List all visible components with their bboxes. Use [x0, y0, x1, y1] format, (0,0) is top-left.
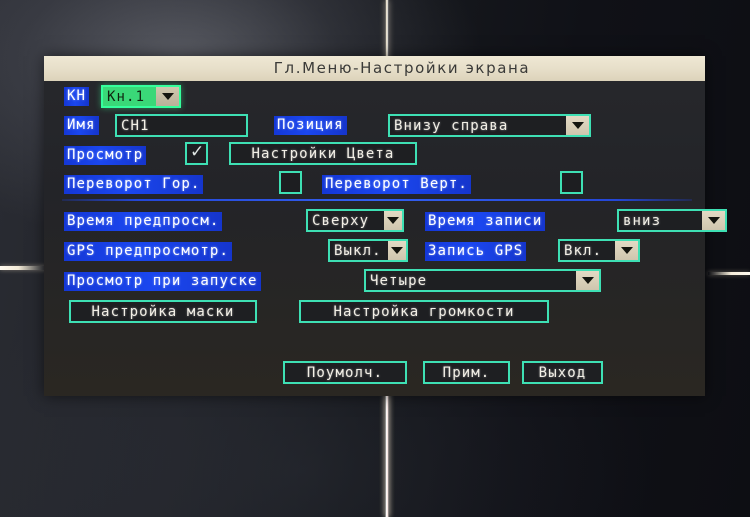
chevron-down-icon[interactable] [576, 271, 599, 290]
channel-label: КН [64, 87, 90, 106]
mask-settings-button[interactable]: Настройка маски [69, 300, 257, 323]
monitor-reflection-right [708, 272, 750, 275]
exit-button[interactable]: Выход [522, 361, 603, 384]
name-input[interactable]: CH1 [115, 114, 248, 137]
monitor-reflection-left [0, 266, 46, 270]
position-select[interactable]: Внизу справа [388, 114, 591, 137]
mask-settings-label: Настройка маски [91, 304, 235, 320]
chevron-down-icon[interactable] [384, 211, 402, 230]
record-time-label: Время записи [425, 212, 546, 231]
startup-view-value: Четыре [370, 273, 428, 289]
chevron-down-icon[interactable] [702, 211, 725, 230]
record-time-value: вниз [623, 213, 662, 229]
preview-time-label: Время предпросм. [64, 212, 223, 231]
position-label: Позиция [274, 116, 347, 135]
screen-settings-dialog: Гл.Меню-Настройки экрана КН Кн.1 Имя CH1… [44, 56, 727, 396]
name-label: Имя [64, 116, 99, 135]
gps-preview-label: GPS предпросмотр. [64, 242, 232, 261]
chevron-down-icon[interactable] [388, 241, 406, 260]
gps-record-value: Вкл. [564, 243, 603, 259]
gps-preview-select[interactable]: Выкл. [328, 239, 408, 262]
startup-view-label: Просмотр при запуске [64, 272, 261, 291]
flip-vertical-checkbox[interactable] [560, 171, 583, 194]
volume-settings-label: Настройка громкости [333, 304, 515, 320]
default-button[interactable]: Поумолч. [283, 361, 407, 384]
section-divider [62, 199, 692, 201]
flip-horizontal-label: Переворот Гор. [64, 175, 204, 194]
check-icon: ✓ [190, 142, 205, 162]
position-select-value: Внизу справа [394, 118, 509, 134]
flip-horizontal-checkbox[interactable] [279, 171, 302, 194]
gps-record-label: Запись GPS [425, 242, 527, 261]
name-input-value: CH1 [121, 118, 150, 134]
gps-record-select[interactable]: Вкл. [558, 239, 640, 262]
color-settings-button[interactable]: Настройки Цвета [229, 142, 417, 165]
monitor-bezel-seam-lower [385, 396, 389, 517]
preview-time-select[interactable]: Сверху [306, 209, 404, 232]
preview-label: Просмотр [64, 146, 147, 165]
record-time-select[interactable]: вниз [617, 209, 727, 232]
chevron-down-icon[interactable] [156, 87, 179, 106]
chevron-down-icon[interactable] [566, 116, 589, 135]
monitor-photo-background: Гл.Меню-Настройки экрана КН Кн.1 Имя CH1… [0, 0, 750, 517]
default-button-label: Поумолч. [306, 365, 384, 381]
chevron-down-icon[interactable] [615, 241, 638, 260]
color-settings-label: Настройки Цвета [251, 146, 395, 162]
gps-preview-value: Выкл. [334, 243, 382, 259]
dialog-title: Гл.Меню-Настройки экрана [44, 56, 705, 81]
channel-select-value: Кн.1 [107, 89, 146, 105]
apply-button[interactable]: Прим. [423, 361, 510, 384]
exit-button-label: Выход [538, 365, 587, 381]
channel-select[interactable]: Кн.1 [101, 85, 181, 108]
flip-vertical-label: Переворот Верт. [322, 175, 471, 194]
volume-settings-button[interactable]: Настройка громкости [299, 300, 549, 323]
apply-button-label: Прим. [442, 365, 491, 381]
startup-view-select[interactable]: Четыре [364, 269, 601, 292]
preview-time-value: Сверху [312, 213, 370, 229]
preview-checkbox[interactable]: ✓ [185, 142, 208, 165]
